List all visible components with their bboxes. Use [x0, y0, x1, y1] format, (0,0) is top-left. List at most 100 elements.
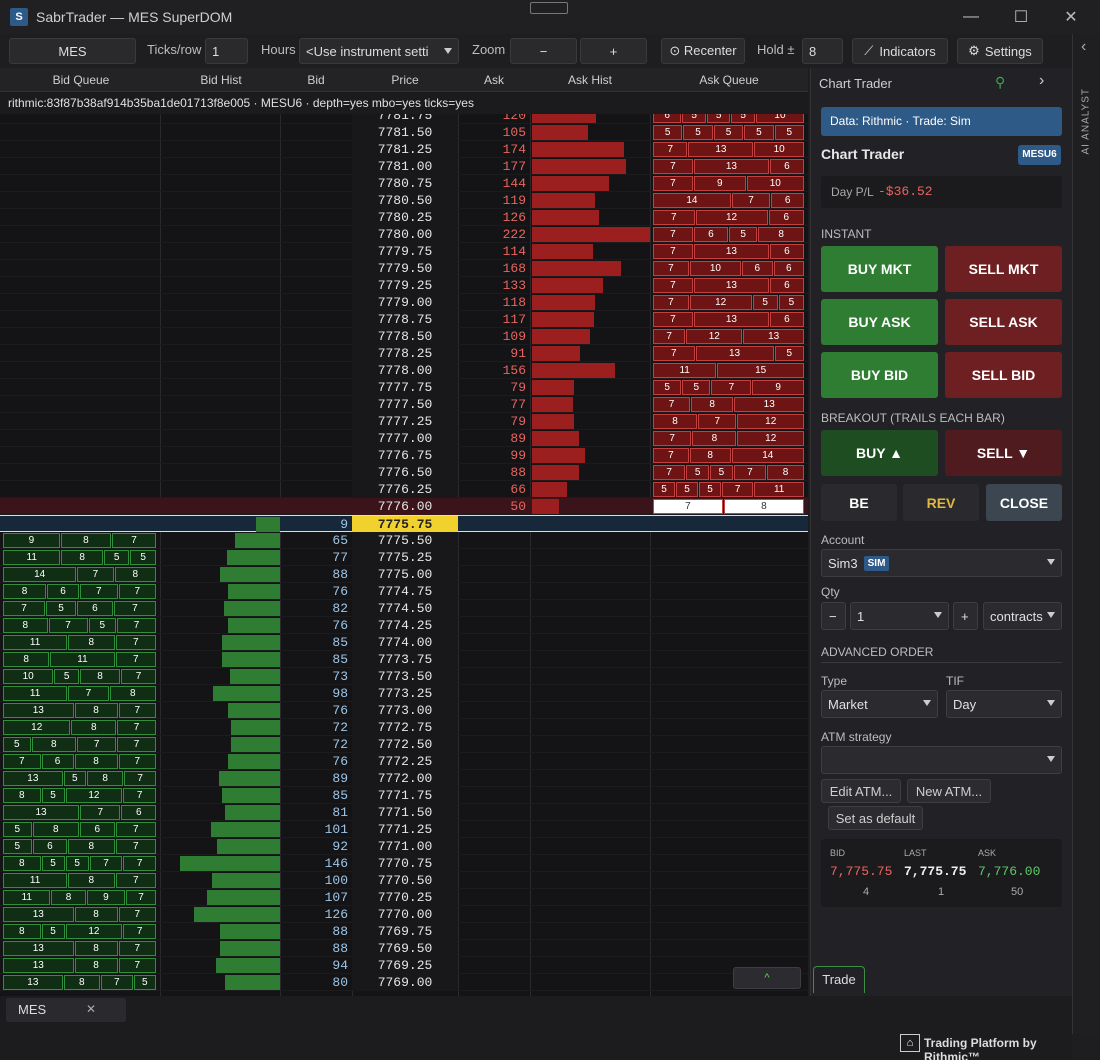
header-ask-queue[interactable]: Ask Queue — [650, 68, 808, 92]
queue-order-box[interactable]: 5 — [706, 114, 731, 123]
queue-order-box[interactable]: 6 — [653, 114, 682, 123]
bid-size-cell[interactable]: 88 — [280, 940, 352, 957]
queue-order-box[interactable]: 8 — [68, 873, 115, 888]
ask-size-cell[interactable]: 114 — [458, 243, 530, 260]
queue-order-box[interactable]: 5 — [682, 380, 711, 395]
queue-order-box[interactable]: 8 — [80, 669, 121, 684]
price-cell[interactable]: 7780.75 — [352, 175, 458, 192]
queue-order-box[interactable]: 7 — [121, 669, 156, 684]
bid-row[interactable]: 7771.50 81 13 7 6 — [0, 804, 808, 821]
queue-order-box[interactable]: 8 — [3, 618, 48, 633]
queue-order-box[interactable]: 10 — [746, 176, 804, 191]
queue-order-box[interactable]: 14 — [731, 448, 804, 463]
price-cell[interactable]: 7770.25 — [352, 889, 458, 906]
zoom-in-button[interactable]: + — [580, 38, 647, 64]
queue-order-box[interactable]: 8 — [114, 567, 156, 582]
queue-order-box[interactable]: 7 — [653, 278, 693, 293]
queue-order-box[interactable]: 11 — [3, 550, 61, 565]
pin-icon[interactable]: ⚲ — [995, 74, 1005, 91]
queue-order-box[interactable]: 7 — [118, 703, 156, 718]
bid-row[interactable]: 7770.50 100 11 8 7 — [0, 872, 808, 889]
queue-order-box[interactable]: 12 — [689, 295, 752, 310]
edit-atm-button[interactable]: Edit ATM... — [821, 779, 901, 803]
queue-order-box[interactable]: 6 — [693, 227, 728, 242]
bid-row[interactable]: 7773.25 98 11 7 8 — [0, 685, 808, 702]
queue-order-box[interactable]: 5 — [653, 482, 676, 497]
price-cell[interactable]: 7776.50 — [352, 464, 458, 481]
ask-size-cell[interactable]: 133 — [458, 277, 530, 294]
queue-order-box[interactable]: 7 — [653, 397, 690, 412]
price-cell[interactable]: 7780.00 — [352, 226, 458, 243]
indicators-button[interactable]: ⟋ Indicators — [852, 38, 948, 64]
queue-order-box[interactable]: 7 — [118, 754, 156, 769]
ask-size-cell[interactable]: 105 — [458, 124, 530, 141]
ask-row[interactable]: 7779.50 168 7 10 6 6 — [0, 260, 808, 277]
queue-order-box[interactable]: 8 — [60, 533, 112, 548]
bid-size-cell[interactable]: 76 — [280, 583, 352, 600]
bid-row[interactable]: 7773.75 85 8 11 7 — [0, 651, 808, 668]
price-cell[interactable]: 7777.25 — [352, 413, 458, 430]
queue-order-box[interactable]: 7 — [653, 244, 693, 259]
price-cell[interactable]: 7776.75 — [352, 447, 458, 464]
queue-order-box[interactable]: 5 — [774, 346, 804, 361]
queue-order-box[interactable]: 7 — [653, 142, 688, 157]
ask-size-cell[interactable]: 91 — [458, 345, 530, 362]
ask-size-cell[interactable]: 50 — [458, 498, 530, 515]
price-cell[interactable]: 7772.00 — [352, 770, 458, 787]
queue-order-box[interactable]: 6 — [768, 210, 804, 225]
queue-order-box[interactable]: 8 — [723, 499, 804, 514]
price-cell[interactable]: 7777.75 — [352, 379, 458, 396]
qty-input[interactable]: 1 — [850, 602, 949, 630]
ask-size-cell[interactable]: 174 — [458, 141, 530, 158]
queue-order-box[interactable]: 7 — [118, 941, 156, 956]
price-cell[interactable]: 7775.25 — [352, 549, 458, 566]
queue-order-box[interactable]: 8 — [74, 703, 118, 718]
price-cell[interactable]: 7781.75 — [352, 114, 458, 124]
ask-row[interactable]: 7779.75 114 7 13 6 — [0, 243, 808, 260]
ask-row[interactable]: 7781.75 120 6 5 5 5 10 — [0, 114, 808, 124]
ask-size-cell[interactable]: 66 — [458, 481, 530, 498]
ai-analyst-sidebar[interactable]: ‹ AI ANALYST — [1072, 34, 1100, 1034]
chevron-left-icon[interactable]: ‹ — [1081, 38, 1086, 56]
queue-order-box[interactable]: 5 — [653, 380, 682, 395]
zoom-out-button[interactable]: − — [510, 38, 577, 64]
bid-size-cell[interactable]: 76 — [280, 702, 352, 719]
bid-size-cell[interactable]: 80 — [280, 974, 352, 991]
queue-order-box[interactable]: 8 — [68, 635, 115, 650]
bid-row[interactable]: 7769.75 88 8 5 12 7 — [0, 923, 808, 940]
queue-order-box[interactable]: 6 — [769, 312, 804, 327]
queue-order-box[interactable]: 5 — [713, 125, 744, 140]
price-cell[interactable]: 7780.25 — [352, 209, 458, 226]
queue-order-box[interactable]: 5 — [3, 737, 31, 752]
queue-order-box[interactable]: 5 — [3, 839, 32, 854]
queue-order-box[interactable]: 5 — [774, 125, 804, 140]
bid-size-cell[interactable]: 65 — [280, 532, 352, 549]
queue-order-box[interactable]: 7 — [118, 907, 156, 922]
queue-order-box[interactable]: 8 — [3, 788, 41, 803]
queue-order-box[interactable]: 13 — [743, 329, 804, 344]
queue-order-box[interactable]: 6 — [47, 584, 79, 599]
queue-order-box[interactable]: 5 — [729, 227, 758, 242]
queue-order-box[interactable]: 8 — [3, 924, 41, 939]
ask-size-cell[interactable]: 77 — [458, 396, 530, 413]
inside-market-row[interactable]: 9 7775.75 — [0, 515, 808, 533]
bid-row[interactable]: 7771.00 92 5 6 8 7 — [0, 838, 808, 855]
queue-order-box[interactable]: 5 — [778, 295, 804, 310]
ask-row[interactable]: 7776.50 88 7 5 5 7 8 — [0, 464, 808, 481]
ask-row[interactable]: 7781.25 174 7 13 10 — [0, 141, 808, 158]
bid-row[interactable]: 7774.00 85 11 8 7 — [0, 634, 808, 651]
price-cell[interactable]: 7777.00 — [352, 430, 458, 447]
queue-order-box[interactable]: 5 — [752, 295, 778, 310]
queue-order-box[interactable]: 7 — [653, 499, 723, 514]
queue-order-box[interactable]: 7 — [653, 312, 693, 327]
queue-order-box[interactable]: 5 — [699, 482, 722, 497]
price-cell[interactable]: 7776.00 — [352, 498, 458, 515]
queue-order-box[interactable]: 7 — [722, 482, 754, 497]
queue-order-box[interactable]: 5 — [744, 125, 774, 140]
ask-row[interactable]: 7778.50 109 7 12 13 — [0, 328, 808, 345]
settings-button[interactable]: ⚙ Settings — [957, 38, 1043, 64]
price-cell[interactable]: 7772.75 — [352, 719, 458, 736]
queue-order-box[interactable]: 7 — [653, 295, 689, 310]
ask-row[interactable]: 7780.75 144 7 9 10 — [0, 175, 808, 192]
queue-order-box[interactable]: 13 — [3, 958, 74, 973]
